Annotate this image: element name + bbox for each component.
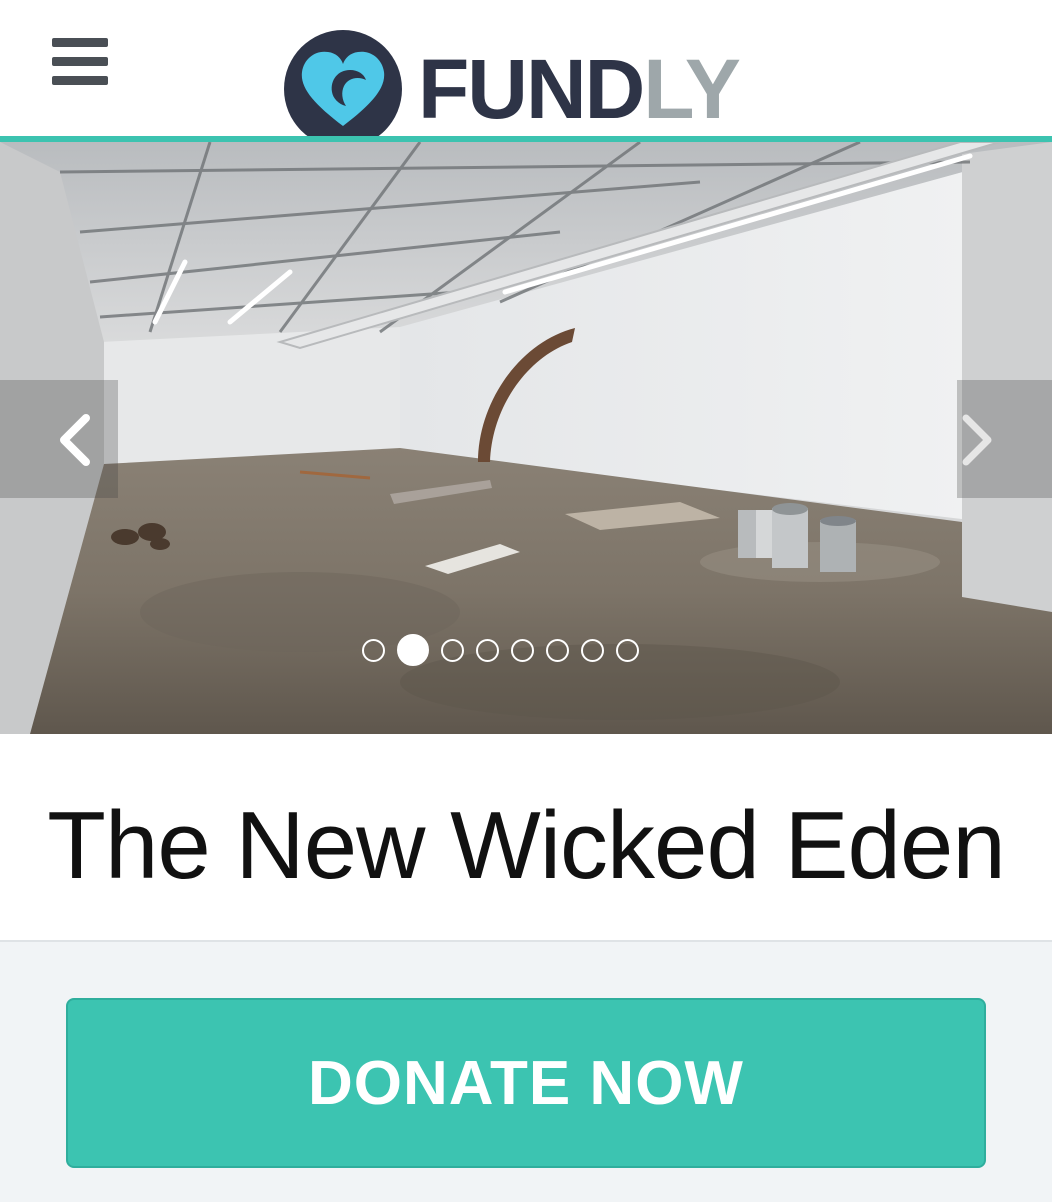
donate-section: DONATE NOW xyxy=(0,940,1052,1202)
carousel-dot-6[interactable] xyxy=(546,638,569,662)
carousel-dot-2[interactable] xyxy=(397,634,429,666)
logo-wordmark-fund: FUND xyxy=(418,42,645,136)
hamburger-menu-icon[interactable] xyxy=(52,38,110,88)
logo-wordmark: FUNDLY xyxy=(418,42,741,136)
fundly-logo[interactable]: FUNDLY xyxy=(284,30,741,148)
chevron-right-icon[interactable] xyxy=(956,410,996,470)
carousel-dot-1[interactable] xyxy=(362,638,385,662)
donate-now-button[interactable]: DONATE NOW xyxy=(66,998,986,1168)
carousel-dot-5[interactable] xyxy=(511,638,534,662)
carousel-dot-8[interactable] xyxy=(616,638,639,662)
carousel-dot-4[interactable] xyxy=(476,638,499,662)
chevron-left-icon[interactable] xyxy=(54,410,94,470)
menu-bar xyxy=(52,57,108,66)
site-header: FUNDLY xyxy=(0,0,1052,148)
carousel-indicators xyxy=(362,634,639,666)
heart-logo-icon xyxy=(284,30,402,148)
menu-bar xyxy=(52,76,108,85)
campaign-title-section: The New Wicked Eden xyxy=(0,734,1052,940)
menu-bar xyxy=(52,38,108,47)
campaign-title: The New Wicked Eden xyxy=(47,792,1005,899)
logo-wordmark-ly: LY xyxy=(643,42,741,136)
carousel-dot-7[interactable] xyxy=(581,638,604,662)
image-carousel[interactable] xyxy=(0,142,1052,734)
carousel-dot-3[interactable] xyxy=(441,638,464,662)
